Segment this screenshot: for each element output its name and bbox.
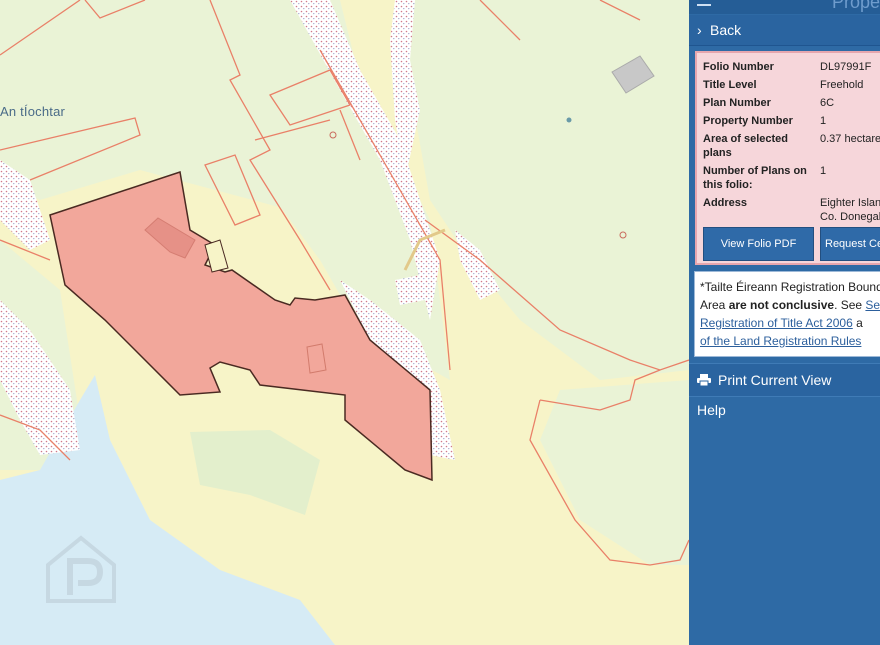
folio-number-key: Folio Number xyxy=(703,61,774,73)
notice-line-4: of the Land Registration Rules xyxy=(700,332,880,350)
request-button[interactable]: Request Ce xyxy=(820,227,880,261)
property-pal-logo-watermark-icon xyxy=(46,535,116,603)
help-link[interactable]: Help xyxy=(697,402,726,418)
back-button[interactable]: › Back xyxy=(689,15,880,46)
notice-line-3: Registration of Title Act 2006 a xyxy=(700,314,880,332)
plans-count-key: Number of Plans on this folio: xyxy=(703,165,807,191)
folio-details-card: Folio Number DL97991F Title Level Freeho… xyxy=(695,51,880,265)
panel-header: Prope xyxy=(689,0,880,14)
print-label: Print Current View xyxy=(718,372,832,388)
address-line1: Eighter Islan xyxy=(820,197,880,209)
property-number-key: Property Number xyxy=(703,115,793,127)
map-canvas[interactable]: An tÍochtar xyxy=(0,0,689,645)
chevron-right-icon: › xyxy=(697,22,702,38)
registration-notice: *Tailte Éireann Registration Bound Area … xyxy=(694,271,880,357)
notice-bold-text: are not conclusive xyxy=(728,298,835,312)
print-current-view-button[interactable]: Print Current View xyxy=(689,363,880,397)
area-key: Area of selected plans xyxy=(703,133,788,159)
place-name-label: An tÍochtar xyxy=(0,104,66,119)
notice-text-2a: Area xyxy=(700,298,729,312)
back-label: Back xyxy=(710,22,742,38)
folio-number-value: DL97991F xyxy=(820,61,872,73)
notice-text-2b: . See xyxy=(834,298,866,312)
notice-text-3: a xyxy=(852,316,863,330)
notice-line-2: Area are not conclusive. See Sect xyxy=(700,296,880,314)
registration-rules-link[interactable]: of the Land Registration Rules xyxy=(700,334,861,348)
property-panel: Prope › Back Folio Number DL97991F Title… xyxy=(689,0,880,645)
view-folio-pdf-button[interactable]: View Folio PDF xyxy=(703,227,814,261)
menu-icon[interactable] xyxy=(697,0,711,6)
notice-text-1: *Tailte Éireann Registration Bound xyxy=(700,280,880,294)
section-link[interactable]: Sect xyxy=(865,298,880,312)
printer-icon xyxy=(697,374,711,386)
address-line2: Co. Donegal xyxy=(820,211,880,223)
title-level-value: Freehold xyxy=(820,79,864,91)
registration-act-link[interactable]: Registration of Title Act 2006 xyxy=(700,316,853,330)
plans-count-value: 1 xyxy=(820,165,827,177)
panel-title: Prope xyxy=(832,0,880,12)
title-level-key: Title Level xyxy=(703,79,757,91)
area-value: 0.37 hectare xyxy=(820,133,880,145)
plan-number-value: 6C xyxy=(820,97,835,109)
property-number-value: 1 xyxy=(820,115,827,127)
address-key: Address xyxy=(703,197,748,209)
notice-line-1: *Tailte Éireann Registration Bound xyxy=(700,278,880,296)
plan-number-key: Plan Number xyxy=(703,97,771,109)
